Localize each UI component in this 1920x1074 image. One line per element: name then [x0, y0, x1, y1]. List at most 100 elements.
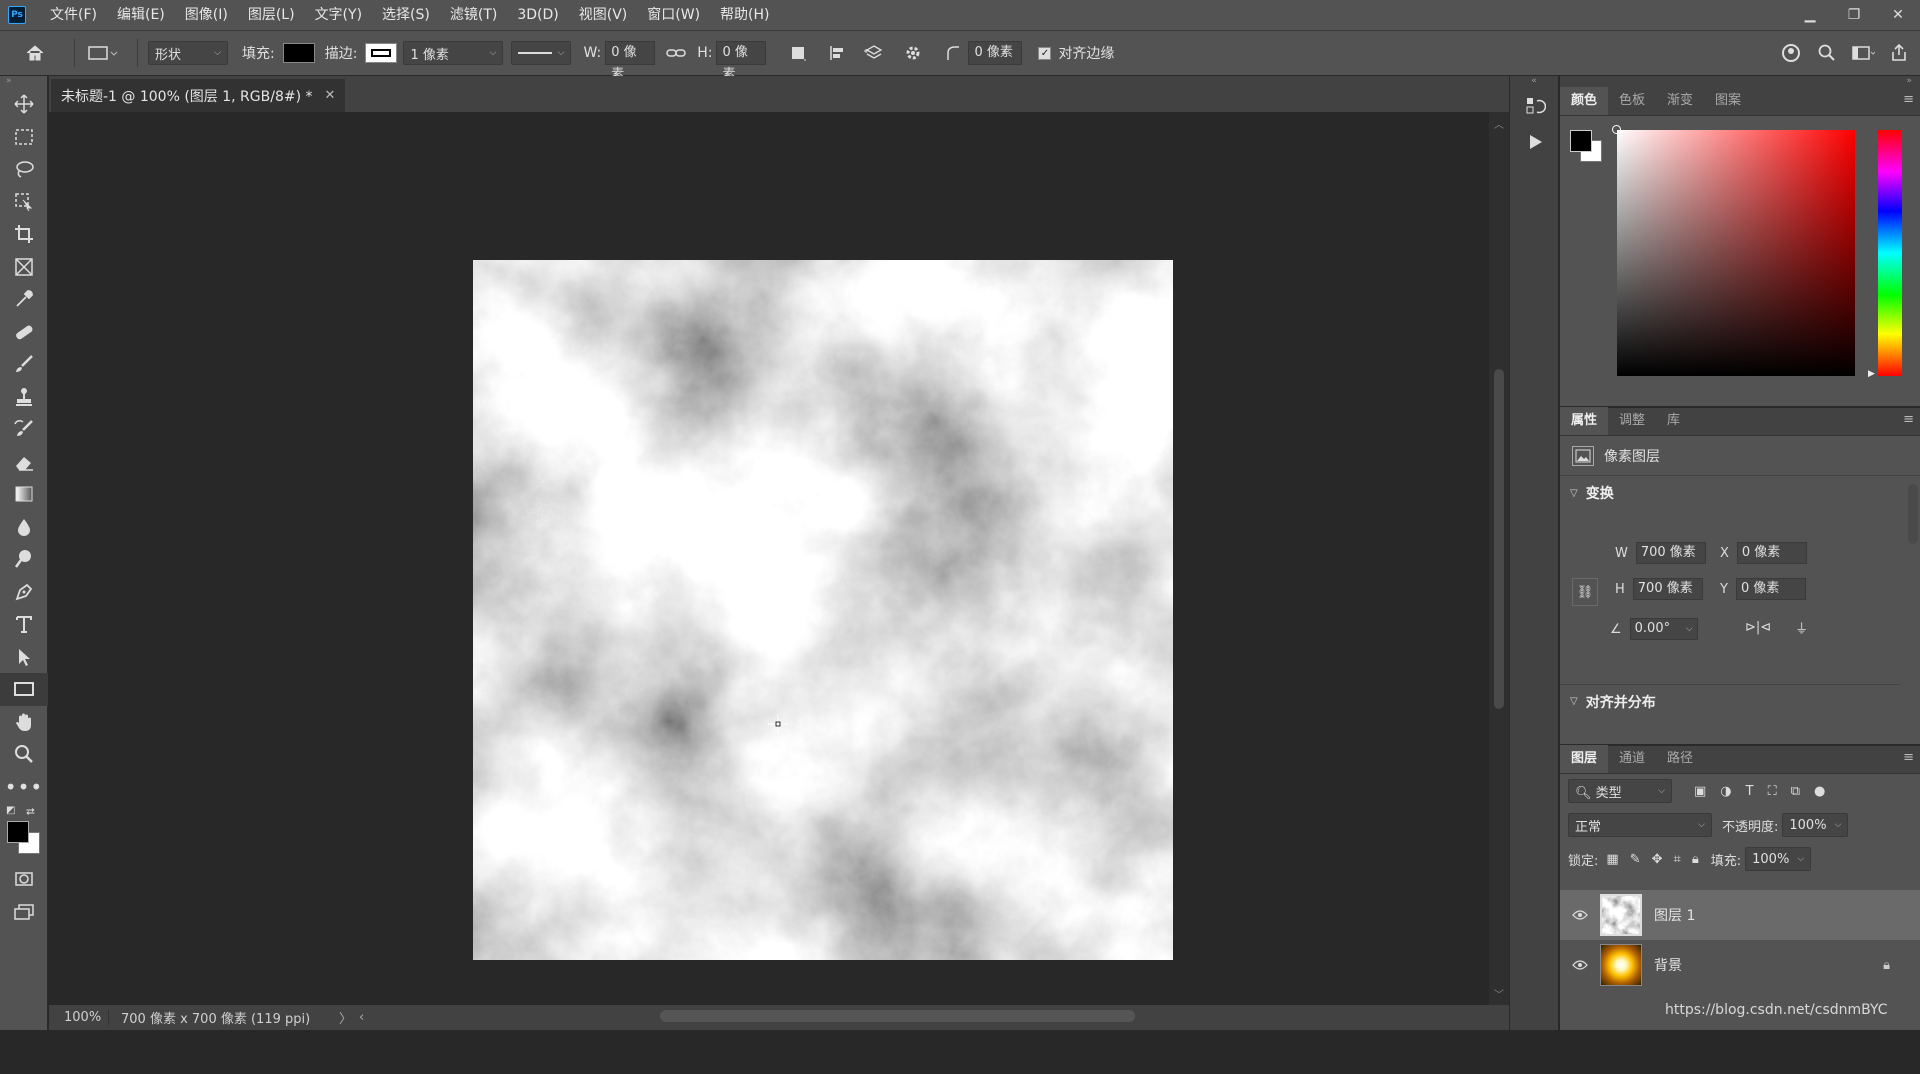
zoom-level[interactable]: 100% [49, 1010, 109, 1025]
fill-color-swatch[interactable] [282, 43, 315, 63]
search-icon[interactable] [1814, 40, 1840, 66]
default-colors-icon[interactable]: ◩ [6, 805, 15, 816]
hue-slider[interactable] [1878, 130, 1902, 376]
transform-w-field[interactable]: 700 像素 [1635, 542, 1706, 564]
transform-x-field[interactable]: 0 像素 [1736, 542, 1807, 564]
menu-type[interactable]: 文字(Y) [305, 0, 372, 30]
angle-field[interactable]: 0.00° ⌵ [1629, 618, 1698, 640]
transform-h-field[interactable]: 700 像素 [1632, 578, 1703, 600]
eye-icon[interactable] [1560, 959, 1600, 971]
link-icon[interactable] [663, 40, 689, 66]
scroll-up-icon[interactable]: ︿ [1494, 116, 1504, 131]
flip-vertical-icon[interactable]: ⏚ [1795, 618, 1808, 637]
panel-grip[interactable]: « [1510, 76, 1558, 88]
lock-icon[interactable]: 🔒︎ [1883, 958, 1890, 973]
lasso-tool-icon[interactable] [0, 153, 48, 186]
minimize-icon[interactable]: ▁ [1788, 0, 1832, 30]
menu-select[interactable]: 选择(S) [372, 0, 440, 30]
menu-3d[interactable]: 3D(D) [507, 0, 568, 30]
stroke-color-swatch[interactable] [365, 43, 398, 63]
home-icon[interactable] [22, 40, 48, 66]
color-panel-foreground-swatch[interactable] [1570, 130, 1592, 152]
type-tool-icon[interactable] [0, 608, 48, 641]
eraser-tool-icon[interactable] [0, 446, 48, 479]
panel-grip[interactable]: » [0, 76, 47, 88]
close-tab-icon[interactable]: ✕ [325, 88, 336, 103]
tab-gradients[interactable]: 渐变 [1656, 87, 1704, 115]
screen-mode-icon[interactable] [0, 896, 48, 929]
status-menu-arrow-icon[interactable]: 〉 [339, 1008, 359, 1027]
tab-adjustments[interactable]: 调整 [1608, 407, 1656, 435]
panel-menu-icon[interactable]: ≡ [1903, 412, 1914, 427]
foreground-color-swatch[interactable] [7, 821, 29, 843]
eyedropper-tool-icon[interactable] [0, 283, 48, 316]
scroll-left-icon[interactable]: ‹ [359, 1010, 379, 1025]
tab-properties[interactable]: 属性 [1560, 407, 1609, 435]
corner-radius-field[interactable]: 0 像素 [968, 41, 1023, 65]
path-selection-tool-icon[interactable] [0, 641, 48, 674]
filter-shape-icon[interactable]: ⛶ [1768, 784, 1777, 799]
stroke-type-select[interactable]: ⌵ [511, 41, 572, 65]
document-canvas[interactable] [473, 260, 1173, 960]
height-field[interactable]: 0 像素 [716, 41, 767, 82]
share-icon[interactable] [1886, 40, 1912, 66]
tab-libraries[interactable]: 库 [1656, 407, 1691, 435]
tab-channels[interactable]: 通道 [1608, 745, 1656, 773]
lock-all-icon[interactable]: 🔒︎ [1692, 852, 1699, 867]
menu-window[interactable]: 窗口(W) [637, 0, 710, 30]
document-tab[interactable]: 未标题-1 @ 100% (图层 1, RGB/8#) * ✕ [51, 79, 346, 112]
path-arrangement-icon[interactable] [860, 40, 886, 66]
tab-layers[interactable]: 图层 [1560, 745, 1609, 773]
transform-section-header[interactable]: ▽ 变换 [1560, 476, 1920, 510]
filter-pixel-icon[interactable]: ▣ [1694, 784, 1706, 799]
pen-tool-icon[interactable] [0, 576, 48, 609]
menu-help[interactable]: 帮助(H) [710, 0, 779, 30]
frame-tool-icon[interactable] [0, 251, 48, 284]
hue-slider-marker-icon[interactable]: ▶ [1868, 369, 1875, 379]
filter-smart-object-icon[interactable]: ⧉ [1791, 784, 1800, 799]
vertical-scrollbar[interactable]: ︿ ﹀ [1489, 112, 1509, 1005]
tab-color[interactable]: 颜色 [1560, 87, 1609, 115]
lock-artboard-icon[interactable]: ⌗ [1674, 852, 1681, 867]
more-tools-icon[interactable]: ••• [0, 771, 48, 804]
fill-field[interactable]: 100% ⌵ [1745, 847, 1812, 871]
color-picker-marker[interactable] [1612, 125, 1621, 134]
width-field[interactable]: 0 像素 [605, 41, 656, 82]
layer-name[interactable]: 背景 [1654, 955, 1682, 975]
healing-brush-tool-icon[interactable] [0, 316, 48, 349]
tab-patterns[interactable]: 图案 [1704, 87, 1752, 115]
rectangle-tool-icon[interactable] [0, 673, 48, 706]
blend-mode-select[interactable]: 正常 ⌵ [1568, 813, 1712, 837]
rectangle-tool-preset[interactable] [85, 42, 119, 64]
opacity-field[interactable]: 100% ⌵ [1782, 813, 1849, 837]
menu-view[interactable]: 视图(V) [569, 0, 638, 30]
color-swatches[interactable]: ◩ ⮂ [0, 803, 48, 854]
history-brush-tool-icon[interactable] [0, 413, 48, 446]
brush-tool-icon[interactable] [0, 348, 48, 381]
menu-filter[interactable]: 滤镜(T) [440, 0, 507, 30]
filter-type-icon[interactable]: T [1746, 784, 1754, 799]
hand-tool-icon[interactable] [0, 706, 48, 739]
menu-layer[interactable]: 图层(L) [238, 0, 305, 30]
link-dimensions-icon[interactable]: ⛓ [1572, 578, 1598, 606]
menu-edit[interactable]: 编辑(E) [107, 0, 175, 30]
layer-filter-select[interactable]: 🔍︎ 类型 ⌵ [1568, 779, 1672, 803]
layer-row[interactable]: 图层 1 [1560, 890, 1920, 940]
flip-horizontal-icon[interactable]: ⊳|⊲ [1745, 620, 1771, 635]
scroll-down-icon[interactable]: ﹀ [1494, 986, 1504, 1001]
learn-icon[interactable] [1778, 40, 1804, 66]
zoom-tool-icon[interactable] [0, 738, 48, 771]
vertical-scroll-thumb[interactable] [1494, 369, 1504, 709]
align-distribute-section-header[interactable]: ▽ 对齐并分布 [1560, 684, 1900, 718]
eye-icon[interactable] [1560, 909, 1600, 921]
filter-toggle-icon[interactable]: ● [1814, 784, 1825, 799]
path-operations-icon[interactable] [786, 40, 812, 66]
path-alignment-icon[interactable] [824, 40, 850, 66]
menu-image[interactable]: 图像(I) [175, 0, 238, 30]
gear-icon[interactable] [900, 40, 926, 66]
dodge-tool-icon[interactable] [0, 543, 48, 576]
lock-transparent-icon[interactable]: ▦ [1606, 852, 1618, 867]
move-tool-icon[interactable] [0, 88, 48, 121]
filter-adjustment-icon[interactable]: ◑ [1720, 784, 1731, 799]
horizontal-scroll-thumb[interactable] [660, 1010, 1135, 1022]
